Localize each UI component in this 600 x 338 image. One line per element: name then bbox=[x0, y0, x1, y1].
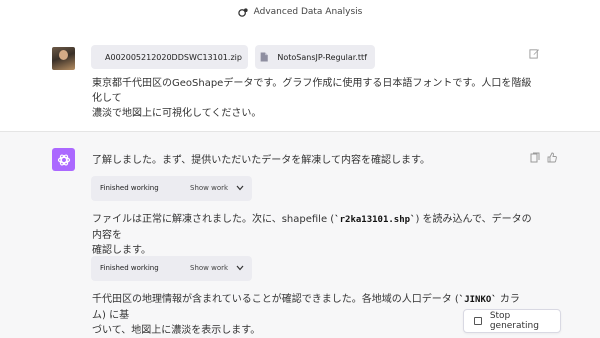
stop-generating-label: Stop generating bbox=[489, 311, 539, 331]
advanced-data-analysis-icon bbox=[237, 7, 248, 17]
user-avatar bbox=[52, 47, 75, 70]
user-message-text: 東京都千代田区のGeoShapeデータです。グラフ作成に使用する日本語フォントで… bbox=[92, 76, 532, 121]
file-name: NotoSansJP-Regular.ttf bbox=[277, 52, 367, 62]
finished-working-toggle-1[interactable]: Finished working Show work bbox=[91, 176, 252, 201]
app-header: Advanced Data Analysis bbox=[0, 0, 600, 24]
text-span: ファイルは正常に解凍されました。次に、shapefile ( bbox=[92, 214, 335, 225]
show-work-label: Show work bbox=[190, 264, 229, 272]
finished-working-label: Finished working bbox=[100, 184, 159, 192]
assistant-paragraph-2: ファイルは正常に解凍されました。次に、shapefile (`r2ka13101… bbox=[92, 212, 532, 258]
openai-logo-icon bbox=[57, 153, 70, 166]
stop-generating-button[interactable]: Stop generating bbox=[463, 309, 561, 333]
page-title: Advanced Data Analysis bbox=[253, 7, 363, 17]
paragraph-line: ファイルは正常に解凍されました。次に、shapefile (`r2ka13101… bbox=[92, 212, 532, 243]
chevron-down-icon bbox=[236, 185, 244, 191]
assistant-avatar bbox=[52, 148, 75, 171]
assistant-paragraph-1: 了解しました。まず、提供いただいたデータを解凍して内容を確認します。 bbox=[92, 155, 430, 166]
file-name: A002005212020DDSWC13101.zip bbox=[105, 52, 242, 62]
file-attachment-font[interactable]: NotoSansJP-Regular.ttf bbox=[255, 45, 375, 69]
user-text-line: 濃淡で地図上に可視化してください。 bbox=[92, 108, 262, 119]
finished-working-label: Finished working bbox=[100, 264, 159, 272]
file-icon bbox=[260, 52, 268, 62]
chevron-down-icon bbox=[236, 265, 244, 271]
text-span: 千代田区の地理情報が含まれていることが確認できました。各地域の人口データ ( bbox=[92, 294, 459, 305]
show-work-label: Show work bbox=[190, 184, 229, 192]
file-attachment-zip[interactable]: A002005212020DDSWC13101.zip bbox=[91, 45, 248, 69]
user-text-line: 東京都千代田区のGeoShapeデータです。グラフ作成に使用する日本語フォントで… bbox=[92, 78, 532, 104]
edit-icon[interactable] bbox=[529, 48, 540, 59]
inline-code: `JINKO` bbox=[458, 295, 497, 305]
finished-working-toggle-2[interactable]: Finished working Show work bbox=[91, 256, 252, 281]
inline-code: `r2ka13101.shp` bbox=[334, 215, 416, 225]
thumbs-up-icon[interactable] bbox=[547, 152, 557, 163]
stop-square-icon bbox=[474, 317, 482, 325]
copy-icon[interactable] bbox=[530, 152, 540, 163]
